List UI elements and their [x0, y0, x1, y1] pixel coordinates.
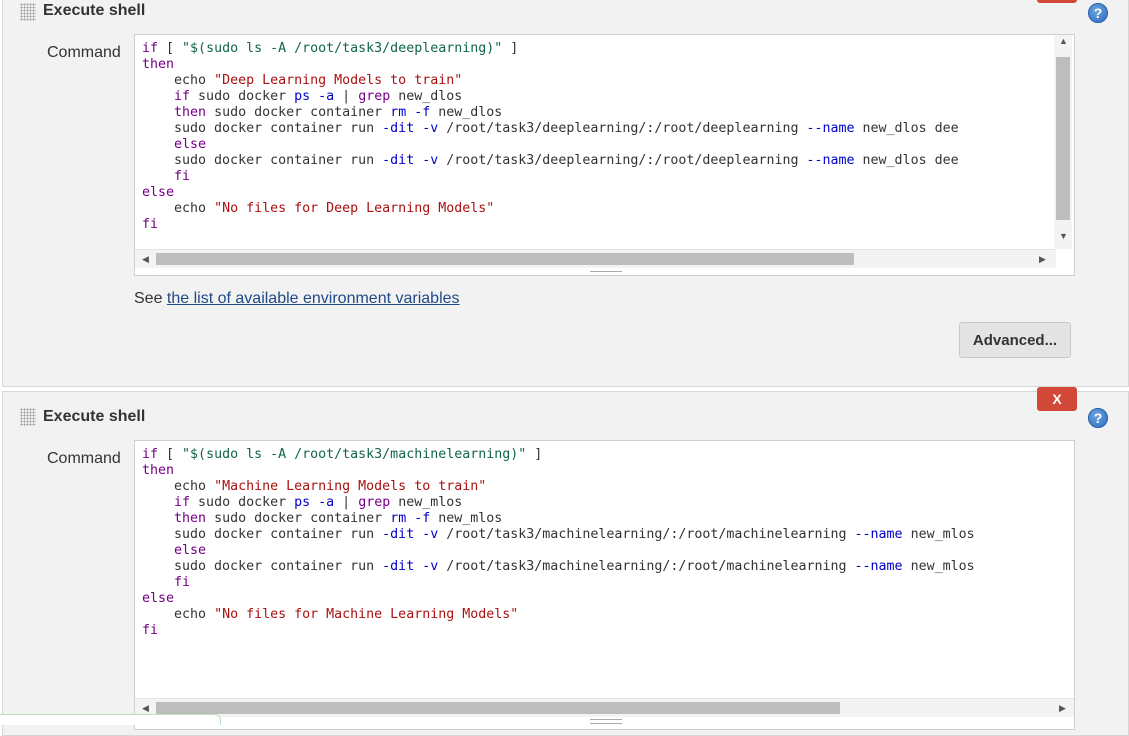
delete-step-button[interactable]: X	[1037, 387, 1077, 411]
horizontal-scrollbar[interactable]: ◀ ▶	[135, 249, 1056, 268]
section-title: Execute shell	[43, 2, 146, 19]
advanced-button[interactable]: Advanced...	[959, 322, 1071, 358]
scroll-down-icon[interactable]: ▼	[1059, 227, 1068, 245]
env-variables-note: See the list of available environment va…	[134, 290, 460, 308]
code-content[interactable]: if [ "$(sudo ls -A /root/task3/deeplearn…	[142, 41, 959, 233]
drag-handle-icon[interactable]	[20, 408, 36, 426]
help-icon[interactable]: ?	[1088, 3, 1108, 23]
horizontal-scrollbar[interactable]: ◀ ▶	[135, 698, 1074, 717]
command-label: Command	[47, 44, 121, 61]
scroll-up-icon[interactable]: ▲	[1059, 35, 1068, 50]
scroll-left-icon[interactable]: ◀	[142, 250, 149, 268]
env-variables-link[interactable]: the list of available environment variab…	[167, 290, 460, 307]
vertical-scrollbar[interactable]: ▲ ▼	[1054, 35, 1072, 249]
command-editor[interactable]: if [ "$(sudo ls -A /root/task3/deeplearn…	[134, 34, 1075, 276]
scroll-right-icon[interactable]: ▶	[1039, 250, 1046, 268]
scroll-right-icon[interactable]: ▶	[1059, 699, 1066, 717]
horizontal-scroll-thumb[interactable]	[156, 702, 840, 714]
command-editor[interactable]: if [ "$(sudo ls -A /root/task3/machinele…	[134, 440, 1075, 730]
vertical-scroll-thumb[interactable]	[1056, 57, 1070, 220]
drag-handle-icon[interactable]	[20, 3, 36, 21]
code-content[interactable]: if [ "$(sudo ls -A /root/task3/machinele…	[142, 447, 975, 639]
help-icon[interactable]: ?	[1088, 408, 1108, 428]
horizontal-scroll-thumb[interactable]	[156, 253, 854, 265]
delete-step-button[interactable]: X	[1037, 0, 1077, 3]
command-label: Command	[47, 450, 121, 467]
bottom-tab-edge	[0, 714, 221, 725]
resize-handle-icon[interactable]	[590, 271, 622, 275]
env-variables-prefix: See	[134, 290, 167, 307]
section-title: Execute shell	[43, 408, 146, 425]
